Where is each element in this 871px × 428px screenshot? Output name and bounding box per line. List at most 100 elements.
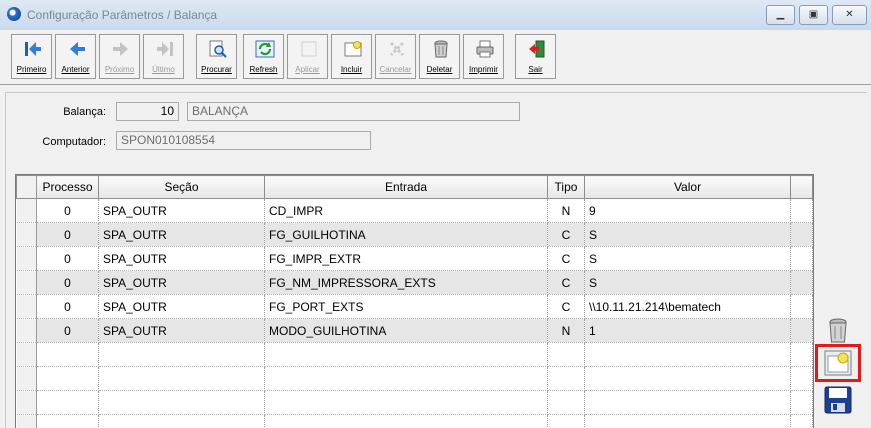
maximize-button[interactable]: ▣	[799, 5, 828, 25]
empty-table-row[interactable]	[17, 367, 813, 391]
table-row[interactable]: 0 SPA_OUTR FG_PORT_EXTS C \\10.11.21.214…	[17, 295, 813, 319]
cell-processo[interactable]: 0	[37, 319, 99, 343]
apply-button[interactable]: Aplicar	[287, 34, 328, 79]
cell-entrada[interactable]: FG_GUILHOTINA	[265, 223, 548, 247]
cell-valor[interactable]: S	[585, 223, 791, 247]
cell-processo[interactable]: 0	[37, 271, 99, 295]
next-record-icon	[111, 39, 131, 59]
cancel-button[interactable]: Cancelar	[375, 34, 416, 79]
cell-secao[interactable]: SPA_OUTR	[99, 199, 265, 223]
cell-entrada[interactable]: CD_IMPR	[265, 199, 548, 223]
add-row-button[interactable]	[823, 348, 855, 378]
cell-processo[interactable]: 0	[37, 199, 99, 223]
exit-button[interactable]: Sair	[515, 34, 556, 79]
print-button[interactable]: Imprimir	[463, 34, 504, 79]
row-indicator[interactable]	[17, 415, 37, 428]
cell-processo[interactable]: 0	[37, 223, 99, 247]
empty-cell[interactable]	[265, 415, 548, 428]
cell-entrada[interactable]: MODO_GUILHOTINA	[265, 319, 548, 343]
cell-valor[interactable]: S	[585, 247, 791, 271]
previous-record-button[interactable]: Anterior	[55, 34, 96, 79]
cell-valor[interactable]: 1	[585, 319, 791, 343]
column-header-tipo[interactable]: Tipo	[548, 176, 585, 199]
cancel-icon	[387, 39, 407, 59]
empty-cell[interactable]	[585, 391, 791, 415]
add-button[interactable]: Incluir	[331, 34, 372, 79]
cell-tipo[interactable]: C	[548, 295, 585, 319]
cell-valor[interactable]: S	[585, 271, 791, 295]
minimize-button[interactable]: ▁	[766, 5, 795, 25]
table-row[interactable]: 0 SPA_OUTR FG_IMPR_EXTR C S	[17, 247, 813, 271]
empty-cell[interactable]	[548, 415, 585, 428]
cell-processo[interactable]: 0	[37, 247, 99, 271]
row-indicator[interactable]	[17, 367, 37, 391]
column-header-processo[interactable]: Processo	[37, 176, 99, 199]
empty-cell[interactable]	[37, 391, 99, 415]
cell-entrada[interactable]: FG_PORT_EXTS	[265, 295, 548, 319]
delete-button[interactable]: Deletar	[419, 34, 460, 79]
table-row[interactable]: 0 SPA_OUTR MODO_GUILHOTINA N 1	[17, 319, 813, 343]
empty-table-row[interactable]	[17, 343, 813, 367]
empty-table-row[interactable]	[17, 415, 813, 428]
column-header-valor[interactable]: Valor	[585, 176, 791, 199]
save-button[interactable]	[823, 386, 855, 416]
cell-entrada[interactable]: FG_NM_IMPRESSORA_EXTS	[265, 271, 548, 295]
cell-valor[interactable]: 9	[585, 199, 791, 223]
close-button[interactable]: ✕	[832, 5, 867, 25]
row-indicator[interactable]	[17, 199, 37, 223]
balanca-name-field[interactable]: BALANÇA	[187, 102, 520, 121]
empty-cell[interactable]	[585, 343, 791, 367]
empty-table-row[interactable]	[17, 391, 813, 415]
empty-cell[interactable]	[37, 367, 99, 391]
cell-secao[interactable]: SPA_OUTR	[99, 295, 265, 319]
empty-cell[interactable]	[585, 415, 791, 428]
next-record-button[interactable]: Próximo	[99, 34, 140, 79]
empty-cell[interactable]	[99, 367, 265, 391]
row-indicator[interactable]	[17, 391, 37, 415]
row-indicator[interactable]	[17, 319, 37, 343]
column-header-entrada[interactable]: Entrada	[265, 176, 548, 199]
cell-valor[interactable]: \\10.11.21.214\bematech	[585, 295, 791, 319]
table-row[interactable]: 0 SPA_OUTR FG_GUILHOTINA C S	[17, 223, 813, 247]
computador-field[interactable]: SPON010108554	[116, 131, 371, 150]
cell-processo[interactable]: 0	[37, 295, 99, 319]
cell-tipo[interactable]: C	[548, 271, 585, 295]
table-row[interactable]: 0 SPA_OUTR CD_IMPR N 9	[17, 199, 813, 223]
row-indicator[interactable]	[17, 295, 37, 319]
search-button[interactable]: Procurar	[196, 34, 237, 79]
empty-cell[interactable]	[37, 415, 99, 428]
delete-label: Deletar	[420, 65, 459, 74]
cell-secao[interactable]: SPA_OUTR	[99, 319, 265, 343]
cell-secao[interactable]: SPA_OUTR	[99, 223, 265, 247]
empty-cell[interactable]	[99, 415, 265, 428]
parameters-grid[interactable]: Processo Seção Entrada Tipo Valor 0 SPA_…	[15, 174, 814, 428]
cell-secao[interactable]: SPA_OUTR	[99, 271, 265, 295]
balanca-code-field[interactable]: 10	[116, 102, 179, 121]
row-indicator[interactable]	[17, 271, 37, 295]
refresh-button[interactable]: Refresh	[243, 34, 284, 79]
empty-cell[interactable]	[265, 391, 548, 415]
cell-tipo[interactable]: C	[548, 223, 585, 247]
empty-cell[interactable]	[265, 367, 548, 391]
empty-cell[interactable]	[99, 343, 265, 367]
first-record-button[interactable]: Primeiro	[11, 34, 52, 79]
empty-cell[interactable]	[548, 391, 585, 415]
empty-cell[interactable]	[548, 343, 585, 367]
cell-tipo[interactable]: C	[548, 247, 585, 271]
row-indicator[interactable]	[17, 343, 37, 367]
column-header-secao[interactable]: Seção	[99, 176, 265, 199]
empty-cell[interactable]	[548, 367, 585, 391]
cell-secao[interactable]: SPA_OUTR	[99, 247, 265, 271]
last-record-button[interactable]: Último	[143, 34, 184, 79]
cell-tipo[interactable]: N	[548, 199, 585, 223]
row-indicator[interactable]	[17, 223, 37, 247]
empty-cell[interactable]	[585, 367, 791, 391]
row-indicator[interactable]	[17, 247, 37, 271]
empty-cell[interactable]	[265, 343, 548, 367]
table-row[interactable]: 0 SPA_OUTR FG_NM_IMPRESSORA_EXTS C S	[17, 271, 813, 295]
empty-cell[interactable]	[37, 343, 99, 367]
cell-entrada[interactable]: FG_IMPR_EXTR	[265, 247, 548, 271]
empty-cell[interactable]	[99, 391, 265, 415]
delete-row-button[interactable]	[822, 316, 854, 346]
cell-tipo[interactable]: N	[548, 319, 585, 343]
